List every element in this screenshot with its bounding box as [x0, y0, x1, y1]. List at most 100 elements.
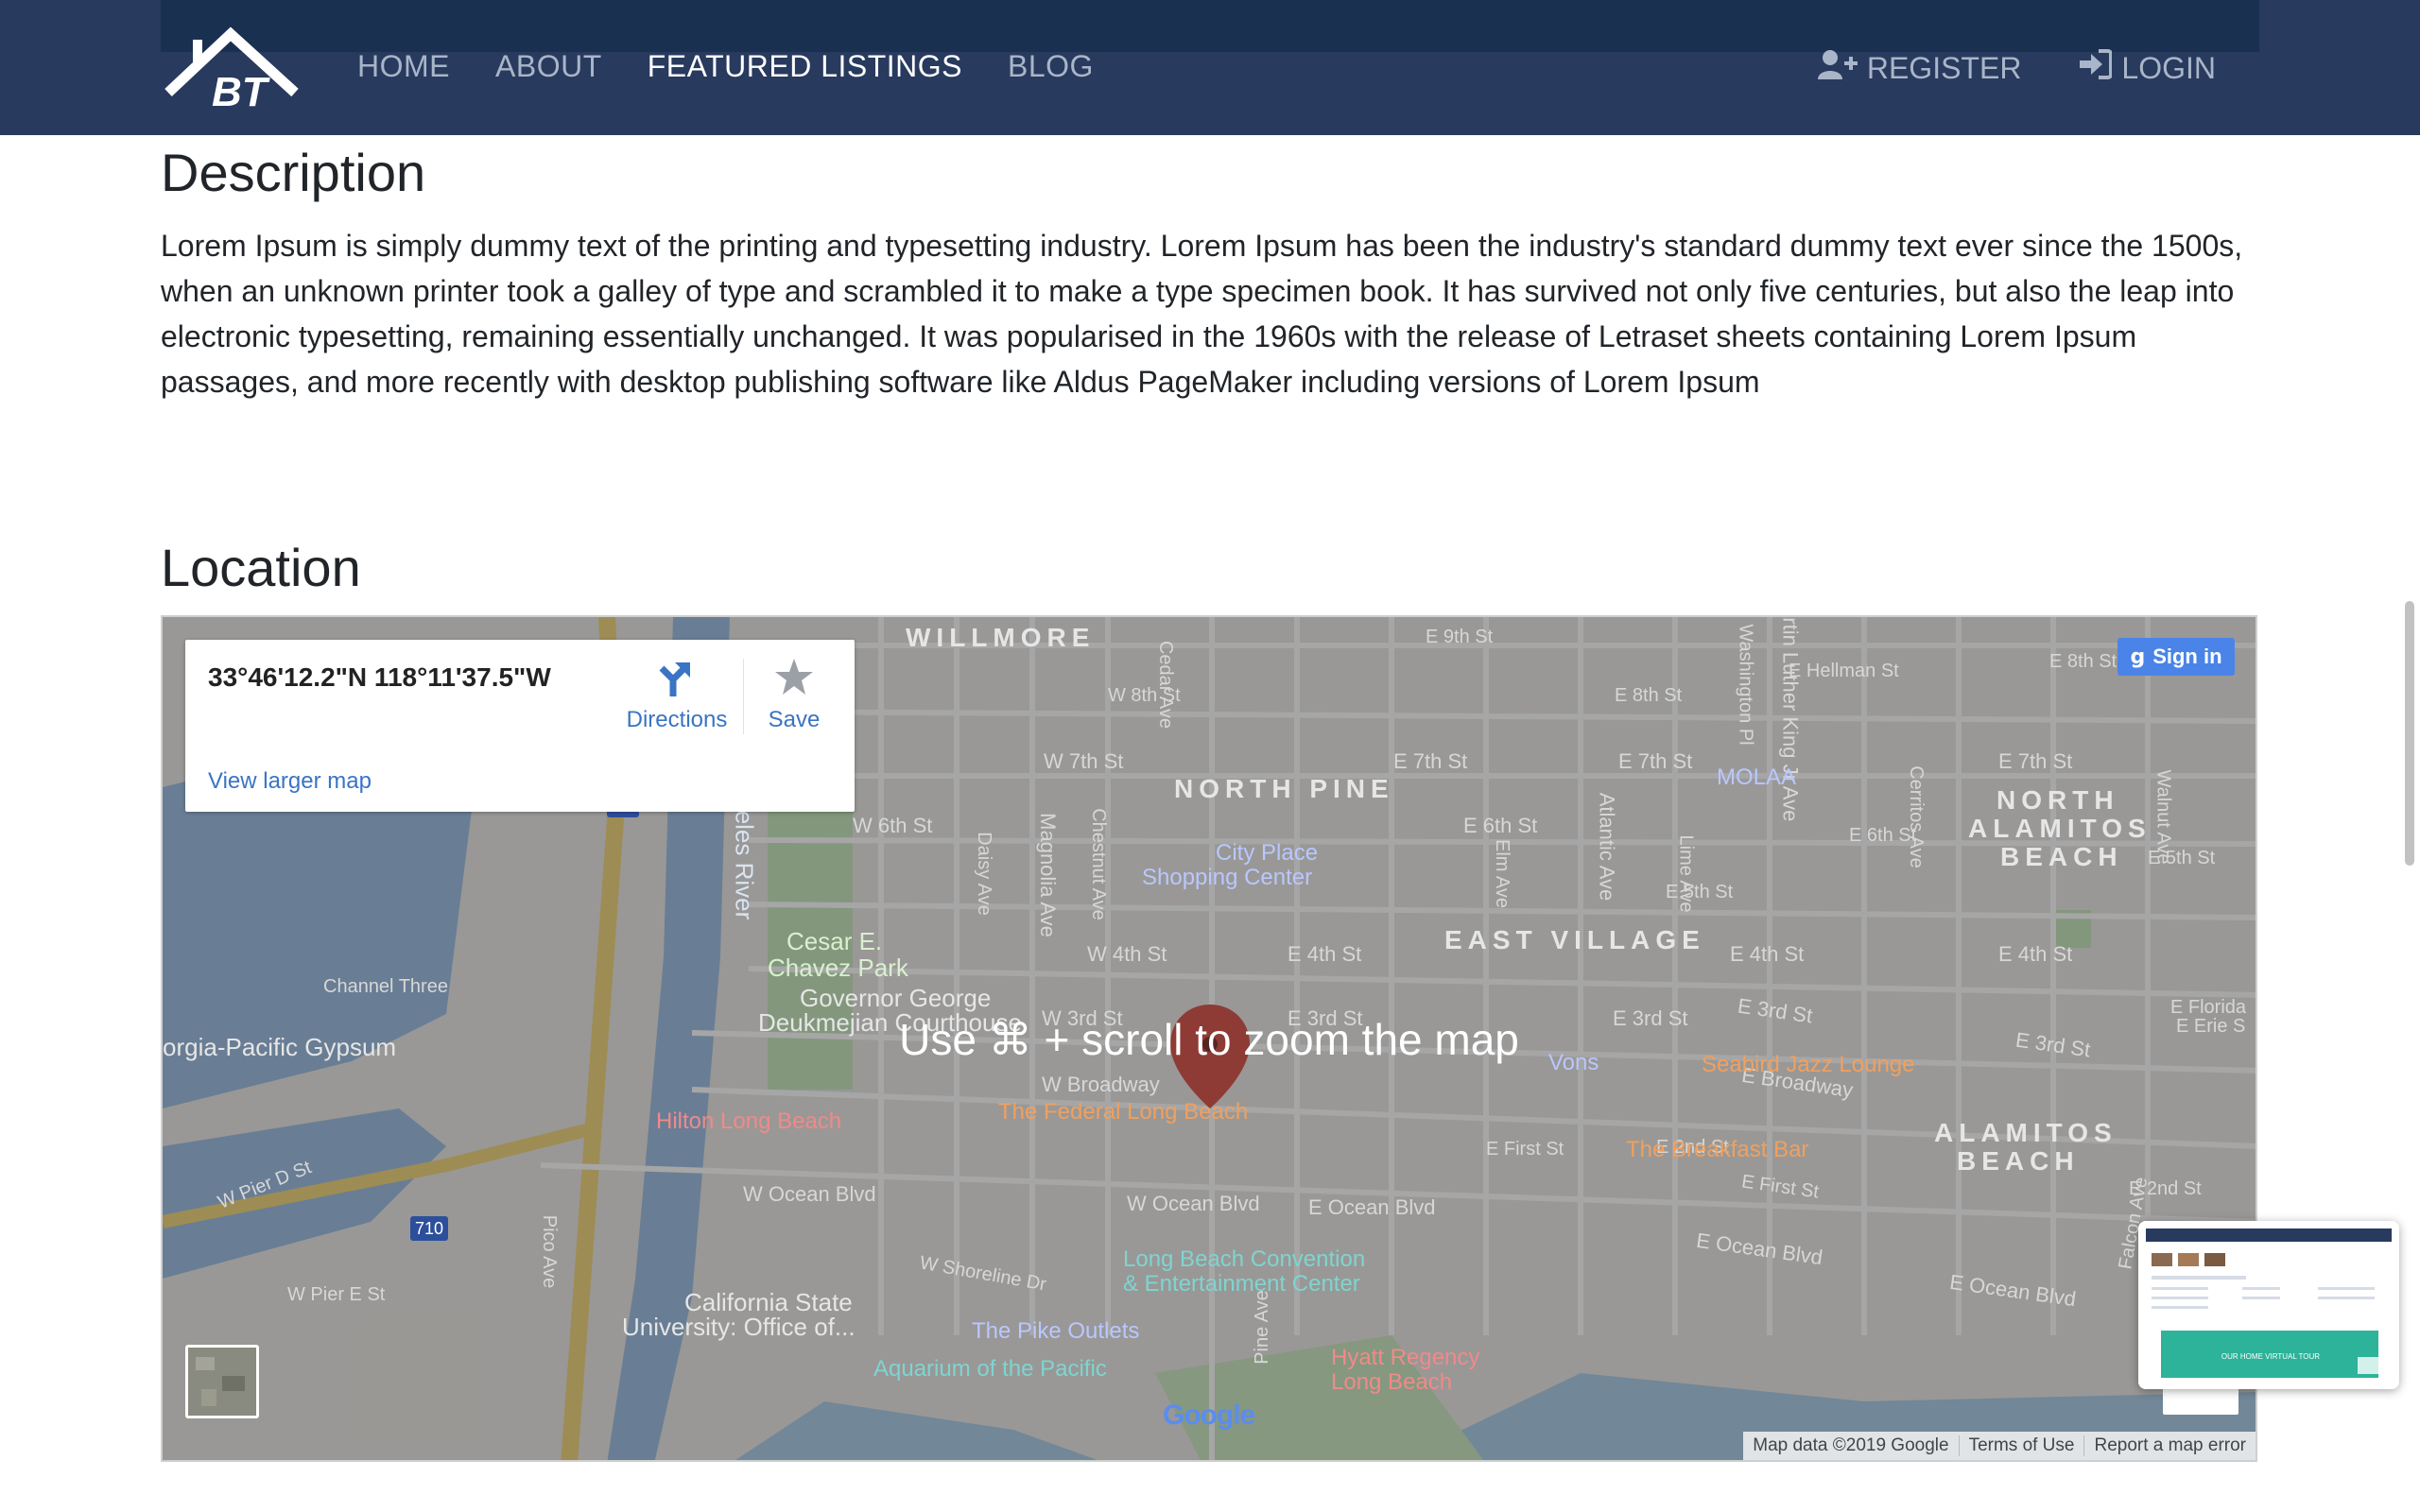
card-divider	[743, 659, 744, 734]
map-area-label: EAST VILLAGE	[1444, 925, 1705, 954]
map-area-label: BEACH	[1957, 1146, 2080, 1176]
map-street-label: E 7th St	[1998, 749, 2073, 773]
map-poi-label: Cesar E.	[786, 927, 883, 955]
map-scroll-hint: Use ⌘ + scroll to zoom the map	[899, 1015, 1519, 1064]
register-link[interactable]: REGISTER	[1817, 49, 2022, 87]
map-poi-label: City Place	[1216, 840, 1319, 866]
map-street-label: E 4th St	[1998, 942, 2073, 966]
map-poi-label: & Entertainment Center	[1123, 1271, 1360, 1297]
view-larger-map-link[interactable]: View larger map	[208, 768, 372, 795]
directions-label: Directions	[626, 707, 728, 732]
map-street-label: E 6th St	[1463, 814, 1538, 837]
save-label: Save	[768, 707, 821, 732]
description-text: Lorem Ipsum is simply dummy text of the …	[161, 229, 2243, 399]
map-area-label: NORTH PINE	[1174, 774, 1394, 803]
map-street-label: E 7th St	[1393, 749, 1468, 773]
save-place-button[interactable]: Save	[756, 657, 832, 733]
map-street-label: W 4th St	[1087, 942, 1167, 966]
svg-text:BT: BT	[212, 69, 270, 112]
map-poi-label: The Pike Outlets	[972, 1318, 1140, 1344]
map-area-label: BEACH	[2000, 842, 2123, 871]
map-street-label: Lime Ave	[1675, 834, 1697, 913]
map-street-label: Channel Three	[323, 976, 448, 997]
map-attribution-bar: Map data ©2019 Google Terms of Use Repor…	[1743, 1432, 2256, 1460]
interstate-shield-icon: 710	[410, 1216, 448, 1241]
satellite-toggle-thumbnail[interactable]	[185, 1345, 259, 1418]
google-sign-in-button[interactable]: g Sign in	[2118, 638, 2235, 676]
map-area-label: ALAMITOS	[1968, 814, 2152, 843]
directions-icon	[656, 662, 698, 702]
map-street-label: Elm Ave	[1492, 839, 1512, 908]
map-street-label: W 6th St	[853, 814, 933, 837]
star-icon	[773, 659, 815, 702]
nav-blog[interactable]: BLOG	[1008, 49, 1094, 84]
page-scrollbar[interactable]	[2405, 601, 2414, 866]
map-poi-label: Long Beach Convention	[1123, 1246, 1366, 1272]
map-street-label: W 7th St	[1044, 749, 1124, 773]
map-poi-label: Long Beach	[1331, 1369, 1453, 1395]
sign-in-icon	[2080, 49, 2121, 87]
map-street-label: Daisy Ave	[973, 832, 994, 916]
map-street-label: Atlantic Ave	[1595, 792, 1619, 902]
map-street-label: W Broadway	[1042, 1073, 1160, 1096]
map-poi-label: The Breakfast Bar	[1626, 1137, 1809, 1162]
map-street-label: E 8th St	[1615, 685, 1683, 706]
map-poi-label: Chavez Park	[768, 954, 908, 982]
map-street-label: E First St	[1486, 1139, 1564, 1160]
map-data-attribution: Map data ©2019 Google	[1753, 1435, 1949, 1455]
map-street-label: E 4th St	[1288, 942, 1362, 966]
map-coordinates: 33°46'12.2"N 118°11'37.5"W	[208, 662, 551, 692]
map-poi-label: Hilton Long Beach	[656, 1108, 842, 1134]
map-street-label: Cedar Ave	[1155, 640, 1177, 730]
login-link[interactable]: LOGIN	[2080, 49, 2216, 87]
page-preview-thumbnail[interactable]: OUR HOME VIRTUAL TOUR	[2138, 1221, 2399, 1389]
svg-text:OUR HOME VIRTUAL TOUR: OUR HOME VIRTUAL TOUR	[2221, 1352, 2320, 1361]
map-area-label: ALAMITOS	[1934, 1118, 2118, 1147]
map-place-card: 33°46'12.2"N 118°11'37.5"W Directions Sa…	[185, 640, 855, 812]
map-poi-label: Hyatt Regency	[1331, 1345, 1480, 1370]
map-street-label: W Pier E St	[287, 1284, 386, 1305]
nav-featured-listings[interactable]: FEATURED LISTINGS	[648, 49, 962, 84]
report-map-error-link[interactable]: Report a map error	[2083, 1435, 2256, 1456]
location-map[interactable]: WILLMORE NORTH PINE EAST VILLAGE NORTH A…	[161, 615, 2257, 1462]
map-street-label: Cerritos Ave	[1905, 765, 1927, 868]
map-street-label: Pico Ave	[539, 1214, 561, 1289]
map-area-label: NORTH	[1996, 785, 2119, 815]
auth-nav: REGISTER LOGIN	[1759, 49, 2216, 87]
location-heading: Location	[161, 538, 361, 597]
map-area-label: WILLMORE	[906, 623, 1096, 652]
nav-about[interactable]: ABOUT	[495, 49, 602, 84]
map-street-label: E 8th St	[2049, 651, 2118, 672]
register-label: REGISTER	[1866, 50, 2022, 85]
map-street-label: Chestnut Ave	[1087, 808, 1109, 920]
google-g-icon: g	[2130, 644, 2146, 669]
nav-home[interactable]: HOME	[357, 49, 450, 84]
login-label: LOGIN	[2121, 50, 2216, 85]
terms-of-use-link[interactable]: Terms of Use	[1958, 1435, 2084, 1456]
map-street-label: Pine Ave	[1251, 1290, 1272, 1365]
map-street-label: E 9th St	[1426, 627, 1494, 647]
map-street-label: W Ocean Blvd	[743, 1182, 876, 1206]
map-poi-label: Aquarium of the Pacific	[873, 1356, 1107, 1382]
map-street-label: E 7th St	[1618, 749, 1693, 773]
sign-in-label: Sign in	[2152, 644, 2222, 668]
navbar-top-strip	[161, 0, 2259, 52]
main-nav: HOME ABOUT FEATURED LISTINGS BLOG	[357, 49, 1139, 84]
user-plus-icon	[1817, 49, 1867, 87]
map-poi-label: MOLAA	[1717, 765, 1797, 790]
map-street-label: W Ocean Blvd	[1127, 1192, 1260, 1215]
map-street-label: Magnolia Ave	[1035, 813, 1060, 937]
map-street-label: Walnut Ave	[2152, 769, 2174, 865]
map-street-label: E 4th St	[1730, 942, 1805, 966]
map-poi-label: Shopping Center	[1142, 865, 1313, 890]
google-logo: Google	[1163, 1400, 1255, 1431]
map-poi-label: The Federal Long Beach	[998, 1099, 1249, 1125]
map-street-label: E Hellman St	[1789, 661, 1899, 681]
directions-button[interactable]: Directions	[620, 657, 734, 733]
top-navbar: BT HOME ABOUT FEATURED LISTINGS BLOG REG…	[0, 0, 2420, 135]
description-heading: Description	[161, 143, 426, 202]
map-street-label: E Ocean Blvd	[1308, 1195, 1436, 1219]
map-poi-label: University: Office of...	[622, 1313, 856, 1341]
site-logo[interactable]: BT	[163, 26, 304, 115]
map-street-label: Washington Pl	[1735, 624, 1756, 746]
